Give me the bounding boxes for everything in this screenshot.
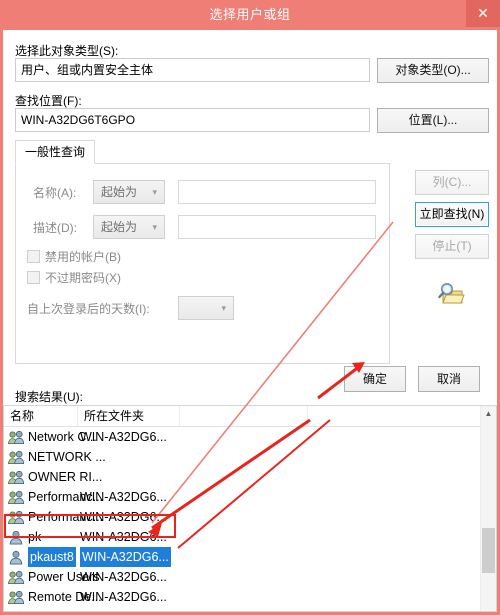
user-icon xyxy=(8,530,24,545)
description-condition-select[interactable]: 起始为 ▾ xyxy=(93,215,165,239)
column-header-spacer[interactable] xyxy=(180,406,308,426)
object-type-button[interactable]: 对象类型(O)... xyxy=(377,58,489,83)
chevron-down-icon: ▾ xyxy=(221,303,226,313)
no-expire-password-label: 不过期密码(X) xyxy=(45,271,121,285)
description-label: 描述(D): xyxy=(33,221,77,235)
chevron-down-icon: ▾ xyxy=(152,187,157,197)
search-results-label: 搜索结果(U): xyxy=(15,390,83,404)
title-bar: 选择用户或组 ✕ xyxy=(0,0,500,30)
group-icon xyxy=(8,470,25,485)
row-name: REMOTE I... xyxy=(28,607,99,611)
row-folder: WIN-A32DG6... xyxy=(80,530,167,544)
disabled-account-label: 禁用的帐户(B) xyxy=(45,250,121,264)
group-icon xyxy=(8,590,25,605)
table-row[interactable]: NETWORK ... xyxy=(4,447,496,467)
row-folder: WIN-A32DG6... xyxy=(80,590,167,604)
columns-button[interactable]: 列(C)... xyxy=(415,170,489,195)
object-type-label: 选择此对象类型(S): xyxy=(15,44,119,58)
group-icon xyxy=(8,610,24,611)
location-field[interactable]: WIN-A32DG6T6GPO xyxy=(15,108,370,132)
results-scrollbar[interactable]: ▲ xyxy=(480,406,496,611)
table-row[interactable]: REMOTE I... xyxy=(4,607,496,611)
row-folder: WIN-A32DG6... xyxy=(80,547,171,567)
table-row[interactable]: Remote De... WIN-A32DG6... xyxy=(4,587,496,607)
days-since-logon-label: 自上次登录后的天数(I): xyxy=(27,302,150,316)
table-row[interactable]: pk WIN-A32DG6... xyxy=(4,527,496,547)
table-row[interactable]: pkaust8 WIN-A32DG6... xyxy=(4,547,496,567)
group-icon xyxy=(8,450,25,465)
group-icon xyxy=(8,570,25,585)
search-results-list[interactable]: 名称 所在文件夹 Network C... WIN-A32DG6... NETWOR… xyxy=(3,405,497,612)
row-name: OWNER RI... xyxy=(28,470,103,484)
dialog-client-area: 选择此对象类型(S): 用户、组或内置安全主体 对象类型(O)... 查找位置(… xyxy=(3,30,497,612)
row-folder: WIN-A32DG6... xyxy=(80,490,167,504)
scrollbar-thumb[interactable] xyxy=(482,528,495,573)
ok-button[interactable]: 确定 xyxy=(344,366,406,392)
select-user-or-group-dialog: 选择用户或组 ✕ 选择此对象类型(S): 用户、组或内置安全主体 对象类型(O)… xyxy=(0,0,500,615)
column-header-folder[interactable]: 所在文件夹 xyxy=(78,406,180,426)
results-header-row: 名称 所在文件夹 xyxy=(4,406,496,427)
location-button[interactable]: 位置(L)... xyxy=(377,108,489,133)
column-header-name[interactable]: 名称 xyxy=(4,406,78,426)
screenshot-root: 选择用户或组 ✕ 选择此对象类型(S): 用户、组或内置安全主体 对象类型(O)… xyxy=(0,0,500,615)
group-icon xyxy=(8,430,25,445)
row-name: pkaust8 xyxy=(28,547,76,567)
table-row[interactable]: Performanc... WIN-A32DG6... xyxy=(4,507,496,527)
no-expire-password-checkbox[interactable] xyxy=(27,271,40,284)
cancel-button[interactable]: 取消 xyxy=(418,366,480,392)
table-row[interactable]: Power Users WIN-A32DG6... xyxy=(4,567,496,587)
disabled-account-checkbox[interactable] xyxy=(27,250,40,263)
days-since-logon-select[interactable]: ▾ xyxy=(178,296,234,320)
close-icon[interactable]: ✕ xyxy=(466,0,500,27)
row-folder: WIN-A32DG6... xyxy=(80,510,167,524)
group-icon xyxy=(8,490,25,505)
name-input[interactable] xyxy=(178,180,376,204)
description-input[interactable] xyxy=(178,215,376,239)
name-label: 名称(A): xyxy=(33,186,77,200)
description-condition-value: 起始为 xyxy=(101,220,138,234)
stop-button[interactable]: 停止(T) xyxy=(415,234,489,259)
table-row[interactable]: OWNER RI... xyxy=(4,467,496,487)
object-type-field[interactable]: 用户、组或内置安全主体 xyxy=(15,58,370,82)
magnifier-folder-icon xyxy=(435,282,465,308)
row-name: pk xyxy=(28,530,42,544)
scroll-up-icon[interactable]: ▲ xyxy=(481,406,496,422)
table-row[interactable]: Network C... WIN-A32DG6... xyxy=(4,427,496,447)
row-name: NETWORK ... xyxy=(28,450,106,464)
table-row[interactable]: Performanc... WIN-A32DG6... xyxy=(4,487,496,507)
user-icon xyxy=(8,550,24,565)
row-folder: WIN-A32DG6... xyxy=(80,430,167,444)
find-now-button[interactable]: 立即查找(N) xyxy=(415,202,489,227)
location-label: 查找位置(F): xyxy=(15,94,82,108)
chevron-down-icon: ▾ xyxy=(152,222,157,232)
name-condition-value: 起始为 xyxy=(101,185,138,199)
tab-general-query[interactable]: 一般性查询 xyxy=(15,140,96,164)
name-condition-select[interactable]: 起始为 ▾ xyxy=(93,180,165,204)
group-icon xyxy=(8,510,25,525)
row-folder: WIN-A32DG6... xyxy=(80,570,167,584)
window-title: 选择用户或组 xyxy=(209,7,291,22)
